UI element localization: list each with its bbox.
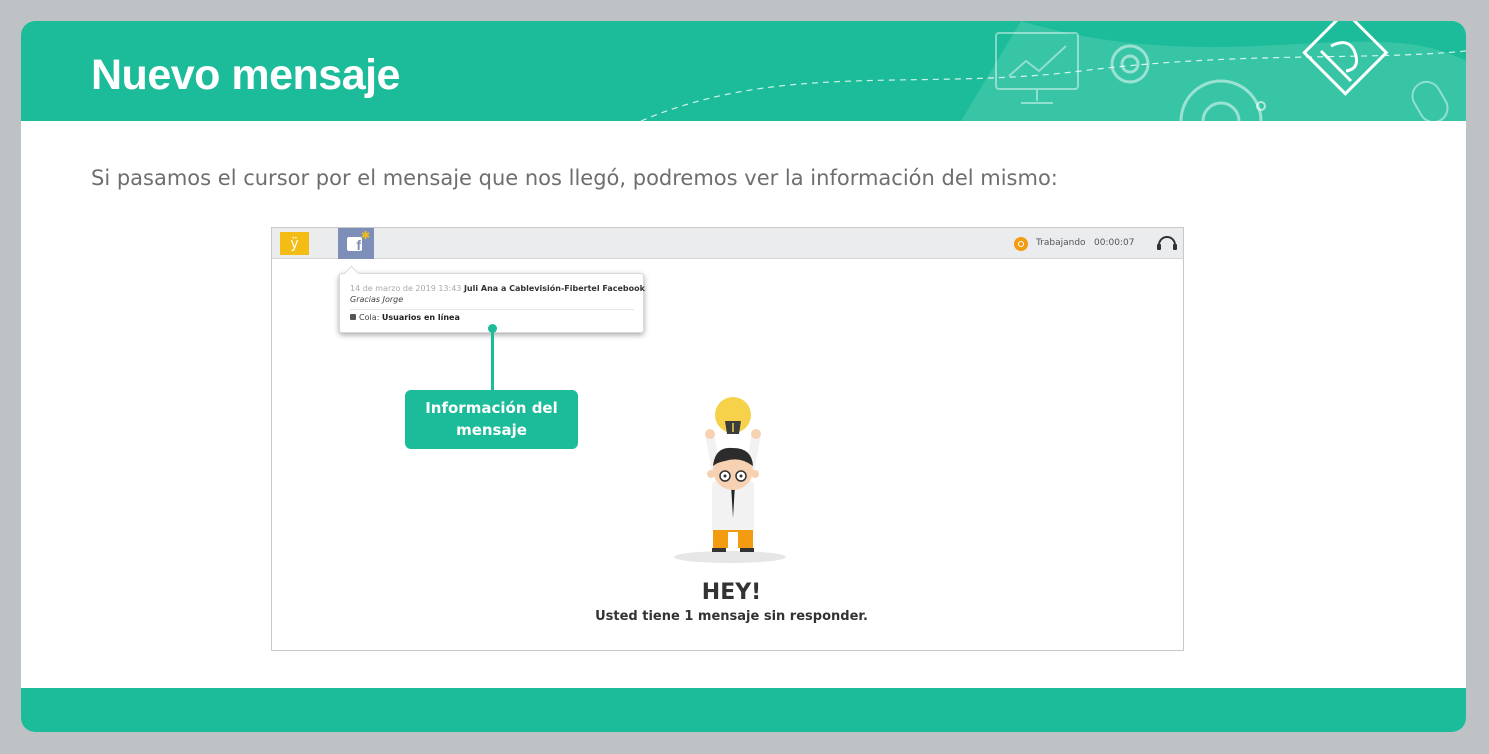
- lightbulb-icon: [715, 397, 751, 434]
- new-message-star-icon: ✱: [361, 230, 371, 242]
- message-sender: Juli Ana a Cablevisión-Fibertel Facebook: [463, 284, 645, 293]
- message-date: 14 de marzo de 2019 13:43: [350, 284, 462, 293]
- headset-icon[interactable]: [1156, 233, 1178, 253]
- queue-label: Cola:: [359, 313, 380, 322]
- message-queue: Cola: Usuarios en línea: [350, 313, 460, 322]
- empty-state-subtitle: Usted tiene 1 mensaje sin responder.: [595, 609, 868, 624]
- callout-connector: [491, 329, 494, 392]
- info-callout: Información del mensaje: [405, 390, 578, 449]
- callout-line-2: mensaje: [456, 421, 527, 439]
- message-preview: Gracias Jorge: [350, 295, 404, 304]
- queue-icon: [350, 314, 356, 320]
- app-topbar: ÿ f ✱ Trabajando 00:00:07: [272, 228, 1183, 259]
- footer-bar: [21, 688, 1466, 732]
- character-illustration: [674, 397, 786, 563]
- intro-text: Si pasamos el cursor por el mensaje que …: [91, 166, 1058, 190]
- app-logo[interactable]: ÿ: [280, 232, 309, 255]
- divider: [350, 309, 634, 310]
- page-title: Nuevo mensaje: [91, 51, 400, 99]
- status-timer: 00:00:07: [1094, 238, 1135, 248]
- header-banner: Nuevo mensaje: [21, 21, 1466, 121]
- facebook-tab[interactable]: f ✱: [338, 228, 374, 259]
- empty-state-title: HEY!: [701, 580, 762, 605]
- callout-line-1: Información del: [425, 399, 558, 417]
- facebook-icon: f: [347, 237, 362, 253]
- queue-value: Usuarios en línea: [381, 313, 460, 322]
- status-icon[interactable]: [1014, 237, 1028, 251]
- slide: Nuevo mensaje Si pasamos el cursor por e…: [21, 21, 1466, 732]
- app-screenshot: ÿ f ✱ Trabajando 00:00:07 14 de marzo de…: [271, 227, 1184, 651]
- agent-status[interactable]: Trabajando: [1036, 238, 1086, 248]
